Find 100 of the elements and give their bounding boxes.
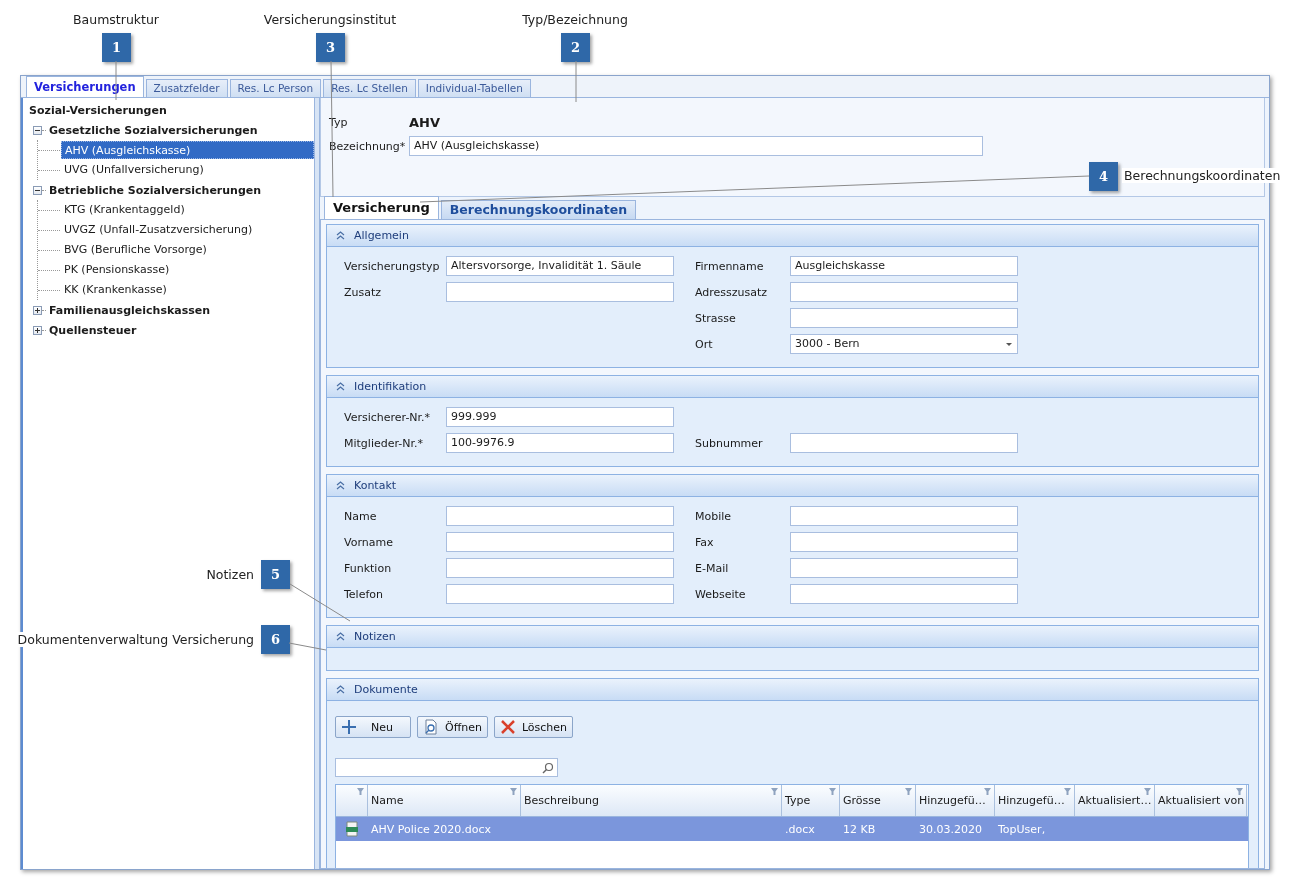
tree-item[interactable]: UVGZ (Unfall-Zusatzversicherung): [61, 221, 314, 239]
input-field[interactable]: [446, 584, 674, 604]
input-field[interactable]: Altersvorsorge, Invalidität 1. Säule: [446, 256, 674, 276]
filter-icon[interactable]: [829, 788, 836, 796]
filter-icon[interactable]: [510, 788, 517, 796]
input-field[interactable]: [790, 506, 1018, 526]
field-label: Bezeichnung*: [329, 139, 407, 153]
document-icon: [345, 821, 359, 837]
document-search-icon: [422, 719, 439, 735]
field-label: Vorname: [344, 535, 394, 549]
tree-group-label[interactable]: Familienausgleichskassen: [49, 303, 211, 317]
input-field[interactable]: [446, 282, 674, 302]
filter-icon[interactable]: [1144, 788, 1151, 796]
collapse-icon[interactable]: [33, 185, 42, 195]
field-label: Name: [344, 509, 378, 523]
leader-line: [288, 642, 327, 651]
filter-icon[interactable]: [1064, 788, 1071, 796]
type-value: AHV: [409, 114, 440, 130]
column-header[interactable]: Beschreibung: [521, 785, 782, 816]
collapse-icon[interactable]: [33, 125, 42, 135]
input-field[interactable]: Ausgleichskasse: [790, 256, 1018, 276]
search-icon: [542, 761, 554, 774]
input-field[interactable]: 100-9976.9: [446, 433, 674, 453]
input-field[interactable]: [790, 282, 1018, 302]
field-label: Typ: [329, 115, 349, 129]
expand-icon[interactable]: [33, 325, 42, 335]
input-field[interactable]: AHV (Ausgleichskasse): [409, 136, 983, 156]
group-header[interactable]: Notizen: [327, 626, 1258, 648]
tab[interactable]: Res. Lc Stellen: [323, 79, 416, 97]
input-field[interactable]: 999.999: [446, 407, 674, 427]
group-header[interactable]: Kontakt: [327, 475, 1258, 497]
input-field[interactable]: [446, 532, 674, 552]
leader-line: [575, 60, 577, 103]
tree-group-label[interactable]: Quellensteuer: [49, 323, 137, 337]
callout-marker: 3: [316, 33, 345, 62]
field-label: Adresszusatz: [695, 285, 769, 299]
search-field[interactable]: [335, 758, 558, 777]
tree-item[interactable]: UVG (Unfallversicherung): [61, 161, 314, 179]
callout-marker: 6: [261, 625, 290, 654]
table-cell: 12 KB: [843, 822, 876, 836]
callout-label: Versicherungsinstitut: [261, 12, 399, 27]
tree-item[interactable]: AHV (Ausgleichskasse): [61, 141, 314, 159]
expand-icon[interactable]: [33, 305, 42, 315]
tree-item[interactable]: PK (Pensionskasse): [61, 261, 314, 279]
table-cell: AHV Police 2020.docx: [371, 822, 491, 836]
tab[interactable]: Zusatzfelder: [145, 79, 228, 97]
dropdown[interactable]: 3000 - Bern: [790, 334, 1018, 354]
field-label: E-Mail: [695, 561, 730, 575]
table-cell: TopUser,: [998, 822, 1046, 836]
tab[interactable]: Versicherung: [324, 196, 439, 219]
field-label: Mitglieder-Nr.*: [344, 436, 424, 450]
filter-icon[interactable]: [1236, 788, 1243, 796]
leader-line: [115, 60, 117, 101]
input-field[interactable]: [790, 308, 1018, 328]
callout-marker: 1: [102, 33, 131, 62]
caret-icon[interactable]: [1006, 343, 1012, 346]
input-field[interactable]: [446, 558, 674, 578]
tree-item[interactable]: KTG (Krankentaggeld): [61, 201, 314, 219]
tree-group-label[interactable]: Betriebliche Sozialversicherungen: [49, 183, 262, 197]
field-label: Strasse: [695, 311, 737, 325]
group-header[interactable]: Allgemein: [327, 225, 1258, 247]
field-label: Firmenname: [695, 259, 765, 273]
field-label: Telefon: [344, 587, 384, 601]
callout-marker: 4: [1089, 162, 1118, 191]
column-header[interactable]: Aktualisiert…: [1075, 785, 1155, 816]
tab[interactable]: Berechnungskoordinaten: [440, 200, 637, 219]
field-label: Subnummer: [695, 436, 764, 450]
column-header[interactable]: Grösse: [840, 785, 916, 816]
toolbar-button[interactable]: Neu: [335, 716, 411, 738]
column-header[interactable]: Type: [782, 785, 840, 816]
column-header[interactable]: Hinzugefü…: [916, 785, 995, 816]
tree-group-label[interactable]: Gesetzliche Sozialversicherungen: [49, 123, 258, 137]
group-header[interactable]: Dokumente: [327, 679, 1258, 701]
column-header[interactable]: Name: [368, 785, 521, 816]
input-field[interactable]: [790, 558, 1018, 578]
input-field[interactable]: [790, 584, 1018, 604]
column-header[interactable]: Hinzugefü…: [995, 785, 1075, 816]
input-field[interactable]: [790, 433, 1018, 453]
filter-icon[interactable]: [771, 788, 778, 796]
tab[interactable]: Individual-Tabellen: [417, 79, 531, 97]
tree-item[interactable]: BVG (Berufliche Vorsorge): [61, 241, 314, 259]
tab[interactable]: Res. Lc Person: [229, 79, 322, 97]
filter-icon[interactable]: [984, 788, 991, 796]
toolbar-button[interactable]: Öffnen: [416, 716, 488, 738]
input-field[interactable]: [446, 506, 674, 526]
toolbar-button[interactable]: Löschen: [493, 716, 574, 738]
filter-icon[interactable]: [357, 788, 364, 796]
tree-item[interactable]: KK (Krankenkasse): [61, 281, 314, 299]
callout-label: Typ/Bezeichnung: [520, 12, 630, 27]
table-cell: .docx: [785, 822, 815, 836]
column-header[interactable]: Aktualisiert von: [1155, 785, 1247, 816]
table-cell: 30.03.2020: [919, 822, 982, 836]
input-field[interactable]: [790, 532, 1018, 552]
group-header[interactable]: Identifikation: [327, 376, 1258, 398]
filter-icon[interactable]: [905, 788, 912, 796]
delete-icon: [499, 719, 516, 735]
tab[interactable]: Versicherungen: [26, 76, 144, 97]
callout-marker: 5: [261, 560, 290, 589]
field-label: Zusatz: [344, 285, 383, 299]
tree-root-label[interactable]: Sozial-Versicherungen: [29, 103, 167, 117]
